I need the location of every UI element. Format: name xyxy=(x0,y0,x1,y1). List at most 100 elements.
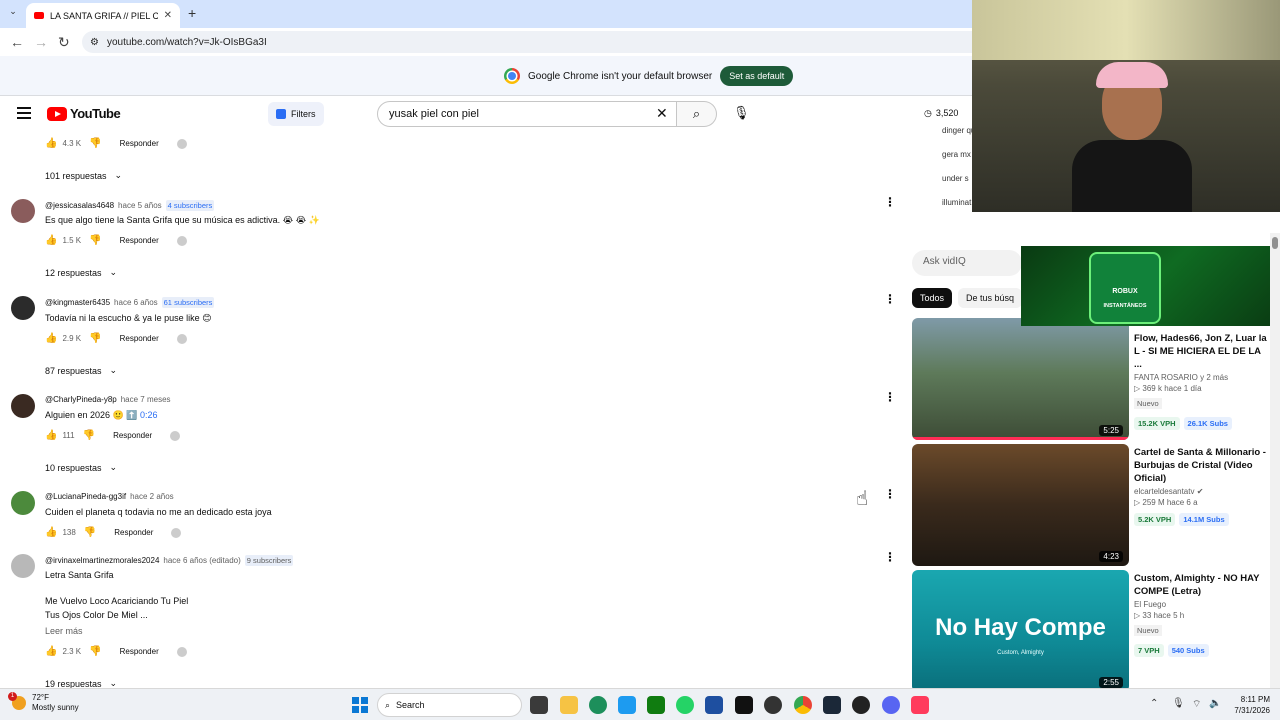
vidiq-reply-icon[interactable] xyxy=(170,430,181,441)
microphone-tray-icon[interactable]: 🎙 xyxy=(1172,698,1185,709)
forward-icon[interactable]: → xyxy=(34,34,48,50)
volume-icon[interactable]: 🔈 xyxy=(1209,698,1221,709)
comment-author[interactable]: @LucianaPineda-gg3if xyxy=(45,492,126,501)
store-icon[interactable] xyxy=(705,696,723,714)
page-scrollbar[interactable] xyxy=(1270,233,1280,688)
tab-close-icon[interactable]: ✕ xyxy=(164,10,172,21)
back-icon[interactable]: ← xyxy=(10,34,24,50)
tiktok-live-icon[interactable] xyxy=(911,696,929,714)
whatsapp-icon[interactable] xyxy=(676,696,694,714)
set-default-button[interactable]: Set as default xyxy=(720,66,794,86)
wifi-icon[interactable]: ⌔ xyxy=(1192,698,1201,711)
reply-button[interactable]: Responder xyxy=(113,431,152,440)
microphone-icon[interactable]: 🎙 xyxy=(733,105,750,121)
avatar[interactable] xyxy=(11,394,35,418)
comment-author[interactable]: @CharlyPineda-y8p xyxy=(45,395,117,404)
replies-toggle[interactable]: 101 respuestas ⌄ xyxy=(45,170,122,181)
chip-from-searches[interactable]: De tus búsq xyxy=(958,288,1023,308)
more-options-icon[interactable]: ⋮ xyxy=(884,196,896,208)
reply-button[interactable]: Responder xyxy=(120,334,159,343)
task-view-icon[interactable] xyxy=(530,696,548,714)
reply-button[interactable]: Responder xyxy=(114,528,153,537)
dislike-icon[interactable]: 👎 xyxy=(83,430,95,441)
comment-author[interactable]: @kingmaster6435 xyxy=(45,298,110,307)
youtube-logo[interactable]: YouTube xyxy=(47,106,121,121)
more-options-icon[interactable]: ⋮ xyxy=(884,391,896,403)
discord-icon[interactable] xyxy=(882,696,900,714)
scrollbar-thumb[interactable] xyxy=(1272,237,1278,249)
video-title[interactable]: Custom, Almighty - NO HAY COMPE (Letra) xyxy=(1134,572,1268,598)
app-icon[interactable] xyxy=(852,696,870,714)
taskbar-search[interactable]: ⌕ Search xyxy=(377,693,522,717)
reply-button[interactable]: Responder xyxy=(120,647,159,656)
twitter-icon[interactable] xyxy=(618,696,636,714)
comment-author[interactable]: @irvinaxelmartinezmorales2024 xyxy=(45,556,159,565)
video-title[interactable]: Cartel de Santa & Millonario - Burbujas … xyxy=(1134,446,1268,485)
chrome-icon[interactable] xyxy=(794,696,812,714)
dislike-icon[interactable]: 👎 xyxy=(89,646,101,657)
video-thumbnail[interactable]: No Hay Compe Custom, Almighty 2:55 xyxy=(912,570,1129,692)
video-thumbnail[interactable]: 5:25 xyxy=(912,318,1129,440)
vidiq-reply-icon[interactable] xyxy=(176,333,187,344)
suggestion-item[interactable]: under s xyxy=(916,169,976,193)
obs-icon[interactable] xyxy=(764,696,782,714)
reply-button[interactable]: Responder xyxy=(120,139,159,148)
vidiq-reply-icon[interactable] xyxy=(176,235,187,246)
comment-time[interactable]: hace 6 años xyxy=(114,298,158,307)
avatar[interactable] xyxy=(11,296,35,320)
tiktok-icon[interactable] xyxy=(735,696,753,714)
comment-time[interactable]: hace 6 años (editado) xyxy=(163,556,240,565)
edge-icon[interactable] xyxy=(589,696,607,714)
comment-author[interactable]: @jessicasalas4648 xyxy=(45,201,114,210)
ask-vidiq-input[interactable]: Ask vidIQ xyxy=(912,250,1022,276)
tab-active[interactable]: LA SANTA GRIFA // PIEL CON P ✕ xyxy=(26,3,180,28)
like-icon[interactable]: 👍 xyxy=(45,333,57,344)
like-icon[interactable]: 👍 xyxy=(45,138,57,149)
vidiq-reply-icon[interactable] xyxy=(171,527,182,538)
search-input[interactable]: yusak piel con piel xyxy=(377,101,677,127)
dislike-icon[interactable]: 👎 xyxy=(89,333,101,344)
weather-widget[interactable]: 1 72°F Mostly sunny xyxy=(8,692,79,713)
file-explorer-icon[interactable] xyxy=(560,696,578,714)
video-thumbnail[interactable]: 4:23 xyxy=(912,444,1129,566)
video-channel[interactable]: elcarteldesantatv xyxy=(1134,487,1194,496)
search-button[interactable]: ⌕ xyxy=(677,101,717,127)
taskbar-clock[interactable]: 8:11 PM 7/31/2026 xyxy=(1226,694,1270,716)
video-channel[interactable]: El Fuego xyxy=(1134,600,1268,609)
vidiq-reply-icon[interactable] xyxy=(176,646,187,657)
timestamp-link[interactable]: 0:26 xyxy=(140,410,158,420)
video-channel[interactable]: FANTA ROSARIO xyxy=(1134,373,1198,382)
more-options-icon[interactable]: ⋮ xyxy=(884,551,896,563)
new-tab-button[interactable]: + xyxy=(188,5,196,21)
video-title[interactable]: Flow, Hades66, Jon Z, Luar la L - SI ME … xyxy=(1134,332,1268,371)
like-icon[interactable]: 👍 xyxy=(45,235,57,246)
address-bar[interactable]: ⚙ youtube.com/watch?v=Jk-OIsBGa3I xyxy=(82,31,1082,53)
dislike-icon[interactable]: 👎 xyxy=(84,527,96,538)
steam-icon[interactable] xyxy=(823,696,841,714)
site-info-icon[interactable]: ⚙ xyxy=(90,37,99,48)
more-options-icon[interactable]: ⋮ xyxy=(884,488,896,500)
dislike-icon[interactable]: 👎 xyxy=(89,235,101,246)
avatar[interactable] xyxy=(11,554,35,578)
start-button[interactable] xyxy=(352,697,368,713)
like-icon[interactable]: 👍 xyxy=(45,430,57,441)
reload-icon[interactable]: ↻ xyxy=(58,34,70,51)
like-icon[interactable]: 👍 xyxy=(45,527,57,538)
read-more-link[interactable]: Leer más xyxy=(45,626,83,636)
xbox-icon[interactable] xyxy=(647,696,665,714)
comment-time[interactable]: hace 7 meses xyxy=(121,395,171,404)
clear-search-icon[interactable]: ✕ xyxy=(656,105,668,122)
replies-toggle[interactable]: 87 respuestas ⌄ xyxy=(45,365,117,376)
suggestion-item[interactable]: gera mx xyxy=(916,145,976,169)
chevron-up-icon[interactable]: ⌃ xyxy=(1150,698,1158,709)
chip-todos[interactable]: Todos xyxy=(912,288,953,308)
replies-toggle[interactable]: 12 respuestas ⌄ xyxy=(45,267,117,278)
filters-button[interactable]: Filters xyxy=(268,102,324,126)
suggestion-item[interactable]: dinger que xyxy=(916,121,976,145)
suggestion-item[interactable]: illuminat xyxy=(916,193,976,217)
menu-icon[interactable] xyxy=(17,107,31,122)
like-icon[interactable]: 👍 xyxy=(45,646,57,657)
comment-time[interactable]: hace 2 años xyxy=(130,492,174,501)
vidiq-reply-icon[interactable] xyxy=(176,138,187,149)
reply-button[interactable]: Responder xyxy=(120,236,159,245)
